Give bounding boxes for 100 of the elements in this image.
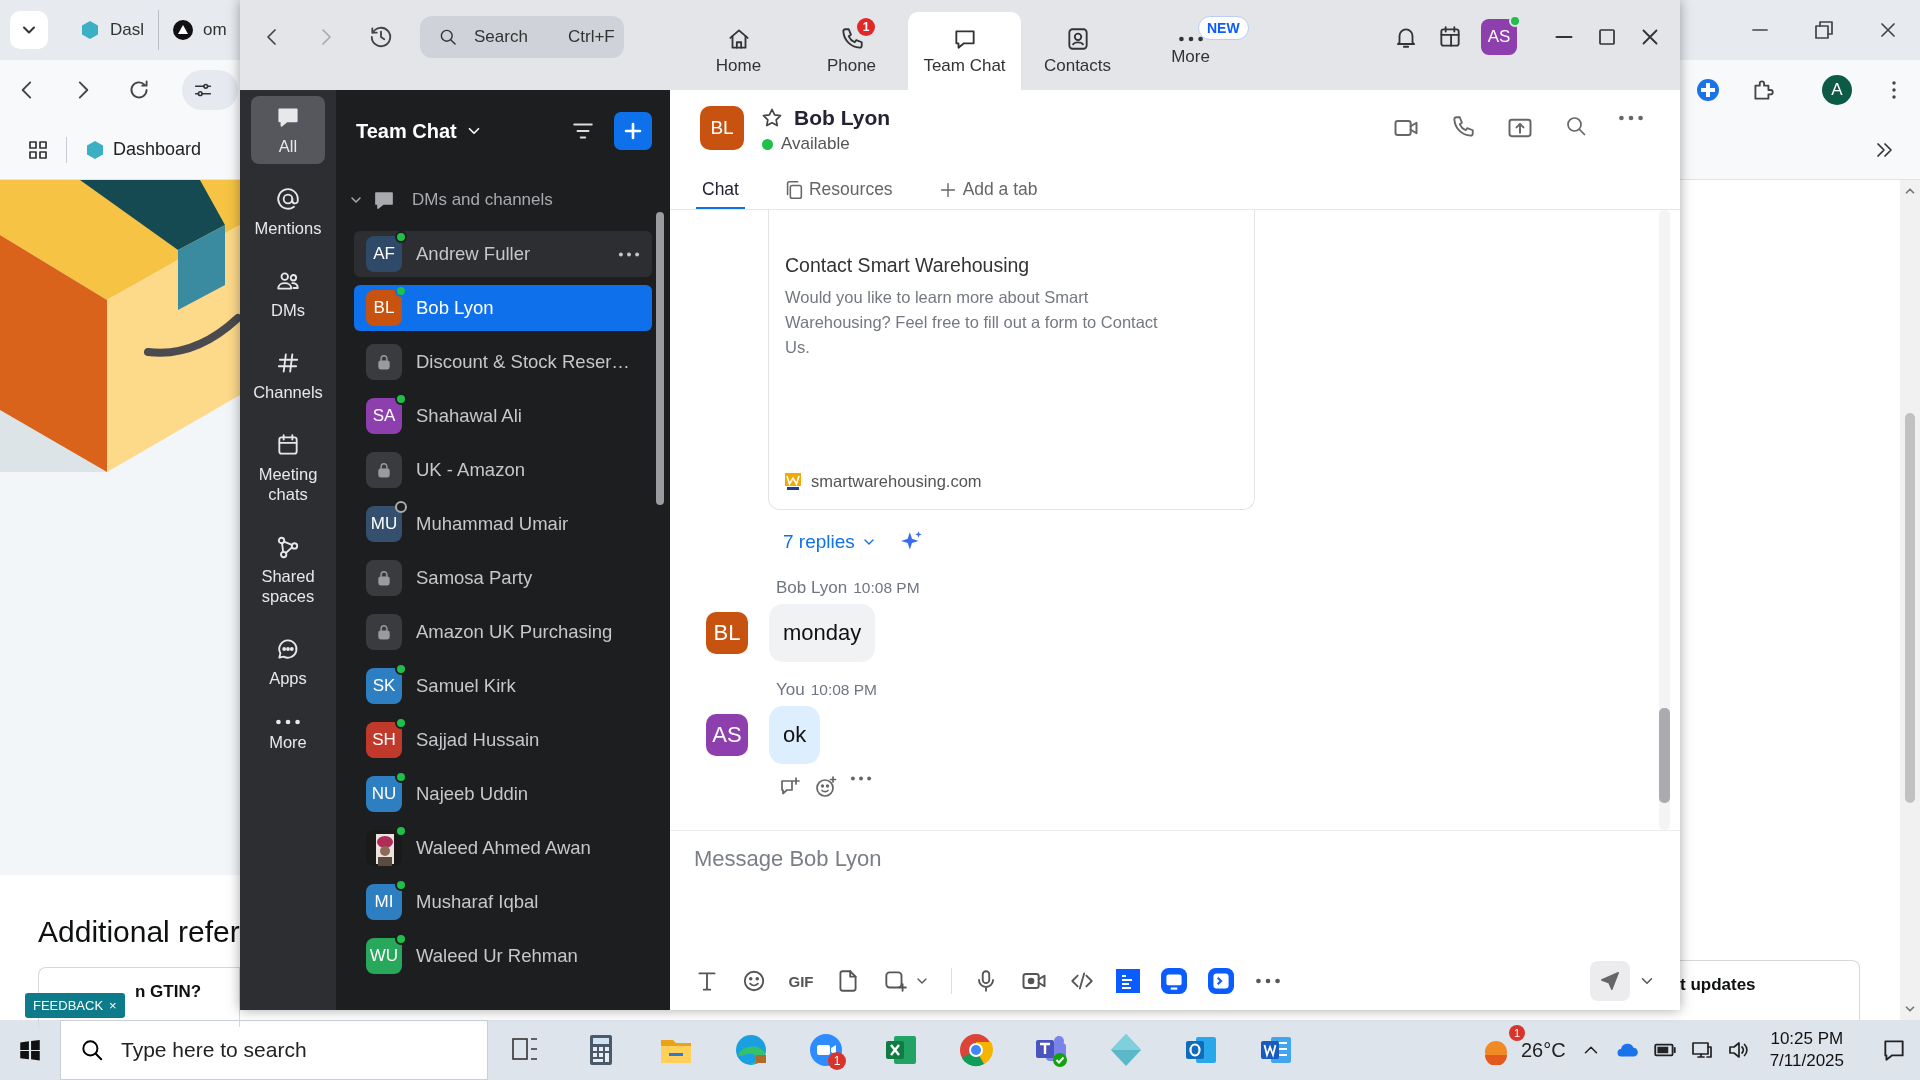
link-title: Contact Smart Warehousing [785, 254, 1031, 277]
chat-list-item[interactable]: Samosa Party [354, 555, 652, 601]
hexagon-icon [85, 139, 105, 160]
shortcut-hint: Ctrl+F [568, 27, 615, 47]
profile-avatar[interactable]: AS [1481, 19, 1517, 55]
more-icon [275, 718, 301, 726]
sidebar-item[interactable]: Shared spaces [251, 526, 325, 614]
more-icon [1177, 35, 1204, 43]
card-title: t updates [1680, 975, 1756, 994]
message-bubble: ok [769, 706, 821, 764]
nav-tab[interactable]: Contacts [1021, 12, 1134, 90]
notification-badge: 1 [857, 18, 875, 36]
more-icon[interactable] [618, 250, 640, 258]
search-icon [79, 1037, 105, 1063]
chat-list-item[interactable]: MU Muhammad Umair [354, 501, 652, 547]
nav-tab[interactable]: Home [682, 12, 795, 90]
status-dot [762, 138, 773, 150]
chat-list-item[interactable]: AF Andrew Fuller [354, 231, 652, 277]
panel-title-dropdown[interactable]: Team Chat [356, 119, 483, 143]
chat-list-item[interactable]: SH Sajjad Hussain [354, 717, 652, 763]
taskbar-search-bar[interactable]: Type here to search [60, 1020, 488, 1080]
sidebar-item[interactable]: More [251, 710, 325, 760]
more-icon[interactable] [1618, 114, 1644, 122]
more-icon[interactable] [850, 775, 872, 782]
sidebar-item[interactable]: All [251, 96, 325, 164]
avatar: NU [366, 776, 402, 812]
chat-list-item[interactable]: Waleed Ahmed Awan [354, 825, 652, 871]
section-heading: Additional refer [38, 915, 240, 949]
emoji-icon[interactable] [741, 968, 767, 994]
windows-logo-icon[interactable] [17, 1037, 43, 1063]
chat-list-item[interactable]: Discount & Stock Reser… [354, 339, 652, 385]
nav-tab[interactable]: 1 Phone [795, 12, 908, 90]
search-bar[interactable]: Search Ctrl+F [420, 16, 624, 58]
phone-icon[interactable] [1450, 114, 1476, 140]
sender-name: You [776, 680, 805, 700]
more-icon[interactable] [1255, 977, 1281, 985]
new-chat-button[interactable] [614, 112, 652, 150]
chat-list-item[interactable]: SA Shahawal Ali [354, 393, 652, 439]
avatar: SA [366, 398, 402, 434]
chat-list-item[interactable]: BL Bob Lyon [354, 285, 652, 331]
chat-list-item[interactable]: Amazon UK Purchasing [354, 609, 652, 655]
extension-icon[interactable] [1696, 78, 1720, 102]
chat-tab[interactable]: Add a tab [930, 172, 1044, 209]
feedback-tab[interactable]: FEEDBACK × [25, 993, 125, 1018]
history-icon[interactable] [368, 24, 394, 50]
search-icon [438, 27, 458, 47]
avatar: WU [366, 938, 402, 974]
avatar: MU [366, 506, 402, 542]
scrollbar-thumb[interactable] [1905, 413, 1915, 803]
sidebar-item[interactable]: Mentions [251, 178, 325, 246]
scrollbar-thumb[interactable] [1659, 708, 1670, 803]
browser-tab[interactable]: Dasl [66, 10, 159, 50]
profile-avatar[interactable]: A [1822, 75, 1852, 105]
temperature: 26°C [1520, 1038, 1566, 1062]
search-icon[interactable] [1564, 114, 1588, 138]
notification-icon[interactable] [1881, 1037, 1907, 1063]
chat-list-item[interactable]: SK Samuel Kirk [354, 663, 652, 709]
search-input[interactable]: Search [472, 26, 560, 48]
sidebar-item[interactable]: DMs [251, 260, 325, 328]
prompt-app-icon[interactable] [1208, 968, 1234, 994]
chat-list-item[interactable]: MI Musharaf Iqbal [354, 879, 652, 925]
replies-link[interactable]: 7 replies [783, 531, 877, 553]
screenshot-icon[interactable] [882, 968, 908, 994]
search-input[interactable]: Type here to search [119, 1037, 439, 1063]
chat-tab[interactable]: Resources [776, 172, 899, 209]
sidebar-item[interactable]: Apps [251, 628, 325, 696]
chat-list-item[interactable]: NU Najeeb Uddin [354, 771, 652, 817]
scrollbar[interactable] [1659, 210, 1670, 830]
hexagon-icon [80, 20, 100, 40]
send-button[interactable] [1590, 961, 1630, 1001]
add-reaction-icon[interactable] [814, 775, 838, 799]
screen-app-icon[interactable] [1161, 968, 1187, 994]
presence-status: Available [781, 134, 850, 154]
message-time: 10:08 PM [853, 579, 920, 597]
gif-button[interactable]: GIF [788, 972, 814, 990]
chat-list-item[interactable]: UK - Amazon [354, 447, 652, 493]
restore-icon[interactable] [1812, 18, 1836, 42]
bookmark[interactable]: Dashboard [66, 136, 202, 163]
scrollbar[interactable] [656, 212, 664, 505]
calendar-icon[interactable] [1437, 24, 1463, 50]
nav-tab[interactable]: NEW More [1134, 12, 1247, 90]
clock[interactable]: 10:25 PM 7/11/2025 [1769, 1028, 1844, 1072]
chat-tab[interactable]: Chat [696, 172, 745, 209]
list-app-icon[interactable] [1116, 969, 1140, 993]
new-badge: NEW [1198, 16, 1249, 40]
nav-tab[interactable]: Team Chat [908, 12, 1021, 90]
scrollbar[interactable] [1900, 180, 1920, 1020]
avatar: BL [366, 290, 402, 326]
sender-name: Bob Lyon [776, 578, 848, 598]
notification-badge: 1 [828, 1052, 846, 1070]
sidebar-item[interactable]: Channels [251, 342, 325, 410]
contact-name: Bob Lyon [794, 106, 891, 130]
avatar: SK [366, 668, 402, 704]
chat-list-item[interactable]: WU Waleed Ur Rehman [354, 933, 652, 979]
site-settings-button[interactable] [182, 70, 238, 110]
avatar: AS [706, 714, 748, 756]
message-time: 10:08 PM [810, 681, 878, 699]
section-header[interactable]: DMs and channels [336, 172, 670, 228]
link-preview-card[interactable]: Contact Smart Warehousing Would you like to learn more about Smart Warehousing? Feel free to fill out a form to Contact Us. smartwarehousing.com [768, 210, 1255, 510]
sidebar-item[interactable]: Meeting chats [251, 424, 325, 512]
